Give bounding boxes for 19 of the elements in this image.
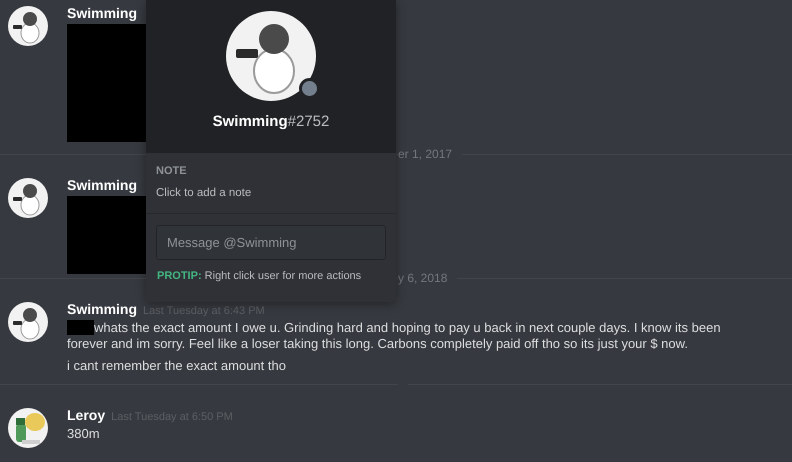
avatar[interactable] xyxy=(8,178,48,218)
avatar[interactable] xyxy=(8,6,48,46)
note-field[interactable]: Click to add a note xyxy=(156,185,356,201)
username[interactable]: Swimming xyxy=(67,300,138,318)
message-field[interactable]: Message @Swimming xyxy=(156,225,386,260)
discriminator: #2752 xyxy=(288,113,330,130)
avatar[interactable] xyxy=(8,408,48,448)
note-label: NOTE xyxy=(156,165,188,177)
message-text: whats the exact amount I owe u. Grinding hard and hoping to pay u back in next couple days. I know its been forever and im sorry. Feel like a loser taking this long. Carbons completely paid off tho so its just your $ now. xyxy=(67,320,721,351)
username[interactable]: Swimming xyxy=(67,176,138,194)
protip-text: PROTIP: Right click user for more actions xyxy=(156,270,362,282)
date-divider-text: er 1, 2017 xyxy=(398,147,452,161)
date-divider-text: y 6, 2018 xyxy=(398,271,448,285)
message-text: i cant remember the exact amount tho xyxy=(67,358,286,373)
username[interactable]: Leroy xyxy=(67,406,106,424)
profile-username: Swimming xyxy=(212,113,288,130)
username[interactable]: Swimming xyxy=(67,4,138,22)
message-text: 380m xyxy=(67,426,100,441)
avatar[interactable] xyxy=(8,302,48,342)
